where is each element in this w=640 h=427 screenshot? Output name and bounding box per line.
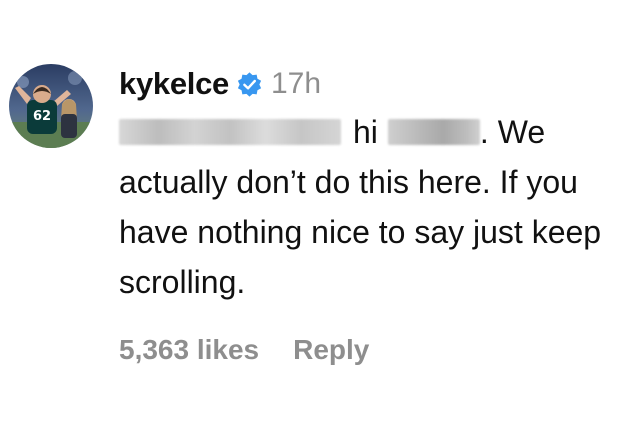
svg-text:62: 62 [33,109,51,124]
avatar[interactable]: 62 [9,64,93,148]
comment-text-greeting: hi [353,114,378,150]
comment-text: hi. We actually don’t do this here. If y… [119,107,634,307]
avatar-photo: 62 [9,64,93,148]
redacted-name [387,118,480,145]
comment-header: kykelce 17h [119,64,321,104]
likes-count[interactable]: 5,363 likes [119,334,259,366]
comment-actions: 5,363 likes Reply [119,330,369,370]
comment: 62 kykelce 17h hi. We actually don’t do … [0,0,640,427]
username[interactable]: kykelce [119,66,229,102]
redacted-mention [119,118,341,145]
timestamp[interactable]: 17h [271,67,321,101]
reply-button[interactable]: Reply [293,334,369,366]
verified-badge-icon [236,71,263,98]
